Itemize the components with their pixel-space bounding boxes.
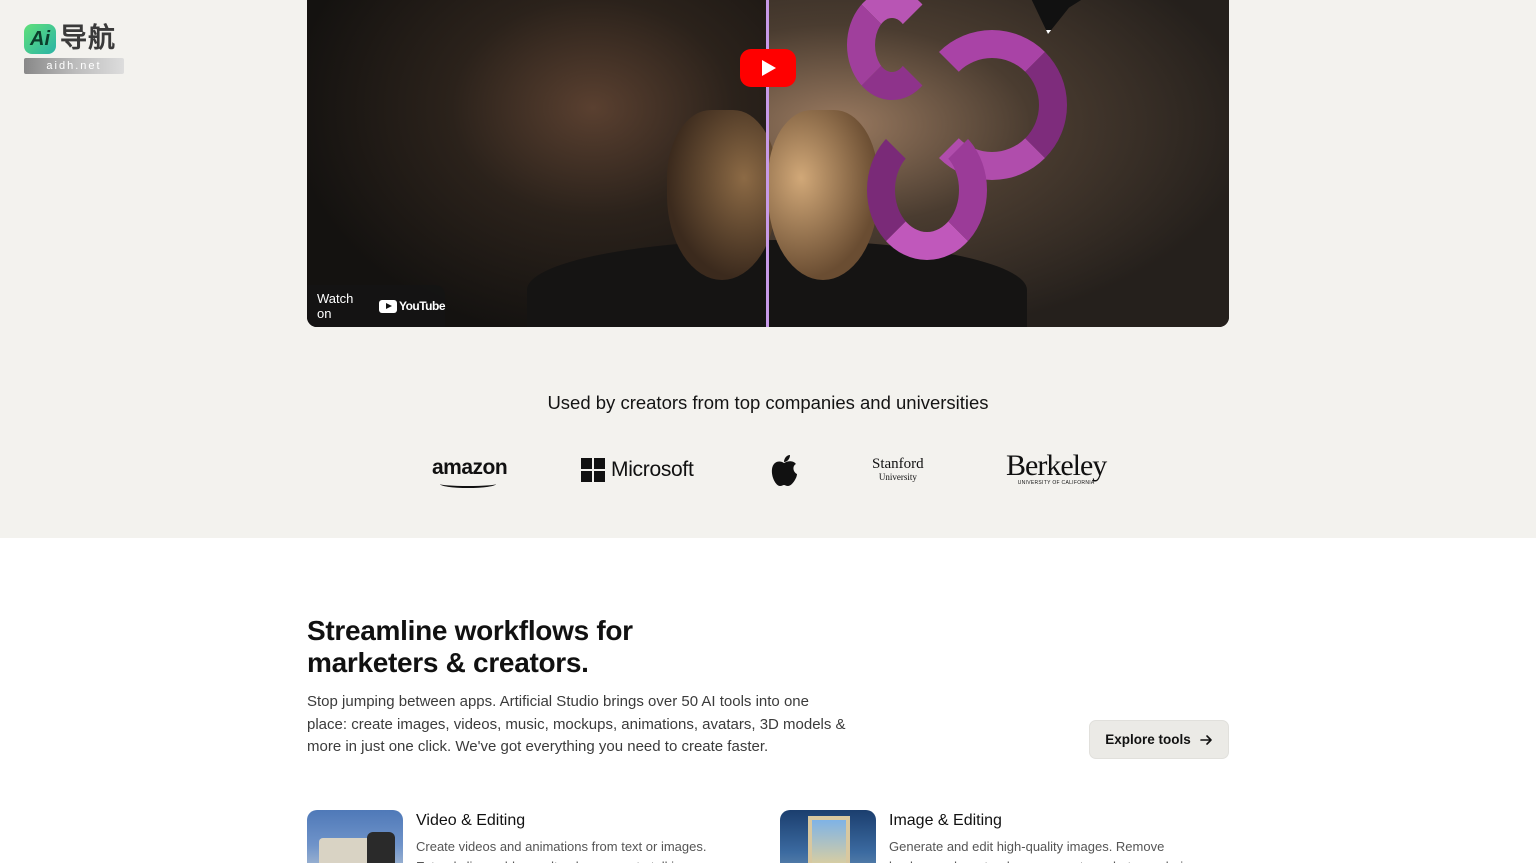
stanford-logo: Stanford University	[872, 456, 924, 483]
youtube-icon	[378, 299, 397, 313]
card-text: Generate and edit high-quality images. R…	[889, 839, 1197, 863]
windows-icon	[581, 458, 605, 482]
apple-logo	[770, 454, 798, 488]
section-description: Stop jumping between apps. Artificial St…	[307, 693, 846, 755]
play-button[interactable]	[740, 49, 796, 87]
card-title: Video & Editing	[416, 812, 526, 829]
image-frame-thumbnail	[780, 810, 876, 863]
watermark-brand: 导航	[60, 23, 116, 54]
watermark-domain: aidh.net	[24, 58, 124, 74]
video-player[interactable]: Watch on YouTube	[307, 0, 1229, 327]
watch-on-youtube-link[interactable]: Watch on YouTube	[307, 285, 446, 327]
aidh-watermark-logo: Ai 导航 aidh.net	[24, 22, 124, 74]
microsoft-logo: Microsoft	[581, 458, 694, 482]
trust-heading: Used by creators from top companies and …	[547, 392, 989, 413]
berkeley-logo: Berkeley UNIVERSITY OF CALIFORNIA	[1006, 449, 1107, 487]
card-title: Image & Editing	[889, 812, 1002, 829]
youtube-logo: YouTube	[378, 299, 446, 313]
card-text: Create videos and animations from text o…	[416, 839, 707, 863]
video-camera-thumbnail	[307, 810, 403, 863]
section-headline: Streamline workflows for marketers & cre…	[307, 615, 633, 678]
ai-badge-icon: Ai	[24, 24, 56, 54]
explore-tools-label: Explore tools	[1105, 732, 1191, 747]
arrow-right-icon	[1199, 734, 1212, 745]
company-logos: amazon Microsoft Stanford University Ber…	[0, 450, 1536, 490]
amazon-logo: amazon	[432, 456, 508, 488]
explore-tools-button[interactable]: Explore tools	[1089, 720, 1229, 759]
watch-on-label: Watch on	[317, 291, 354, 321]
